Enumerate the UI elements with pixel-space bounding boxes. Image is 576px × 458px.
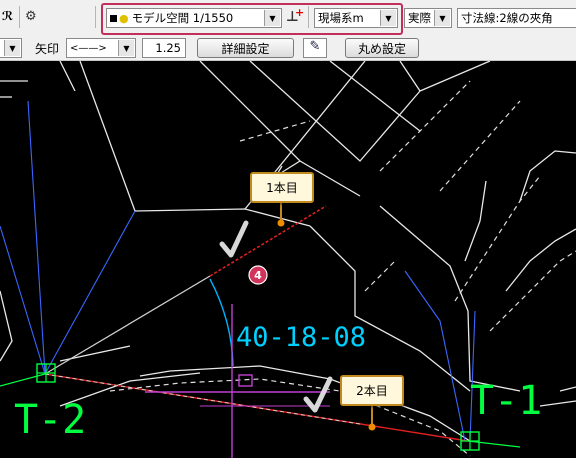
point-label-t1: T-1: [470, 378, 542, 424]
dimension-type-text: 寸法線:2線の夾角: [461, 11, 553, 25]
layer-select-text: モデル空間 1/1550: [131, 11, 234, 25]
arrow-size-input[interactable]: 1.25: [142, 38, 186, 58]
arrow-style-select[interactable]: <——> ▼: [66, 38, 136, 58]
marker-dot: [277, 219, 285, 227]
layer-add-icon[interactable]: ⊥ +: [286, 6, 304, 27]
drawing-canvas[interactable]: 40-18-08 T-2 T-1 4: [0, 61, 576, 458]
callout-first-line: 1本目: [250, 172, 314, 203]
arrow-label: 矢印: [35, 41, 60, 56]
coordinate-system-text: 現場系m: [318, 11, 364, 25]
arrow-style-text: <——>: [70, 42, 107, 54]
detail-settings-label: 詳細設定: [221, 41, 270, 56]
rounding-settings-button[interactable]: 丸め設定: [345, 38, 419, 58]
marker-dot: [368, 423, 376, 431]
rounding-settings-label: 丸め設定: [357, 41, 406, 56]
chevron-down-icon[interactable]: ▼: [434, 10, 450, 26]
scale-mode-select[interactable]: 実際 ▼: [404, 8, 452, 28]
detail-settings-button[interactable]: 詳細設定: [197, 38, 294, 58]
top-toolbar: ℛ ⚙ ● モデル空間 1/1550 ▼ ⊥ + 現場系m ▼ 実際 ▼ 寸法線:…: [0, 0, 576, 37]
dimension-type-select[interactable]: 寸法線:2線の夾角: [457, 8, 576, 28]
angle-value-text: 40-18-08: [236, 322, 366, 353]
chevron-down-icon[interactable]: ▼: [118, 40, 134, 56]
zoom-icon[interactable]: ℛ: [2, 9, 16, 25]
coordinate-system-select[interactable]: 現場系m ▼: [314, 8, 398, 28]
dimension-toolbar: ▼ 矢印 <——> ▼ 1.25 詳細設定 ✎ 丸め設定: [0, 36, 576, 61]
left-partial-select[interactable]: ▼: [0, 38, 22, 58]
step-number: 4: [254, 269, 262, 282]
layer-select[interactable]: ● モデル空間 1/1550 ▼: [106, 8, 282, 28]
layer-settings-icon[interactable]: ⚙: [25, 9, 43, 25]
chevron-down-icon[interactable]: ▼: [264, 10, 280, 26]
chevron-down-icon[interactable]: ▼: [380, 10, 396, 26]
callout-first-text: 1本目: [266, 181, 298, 195]
lightbulb-icon: ●: [119, 11, 129, 25]
layer-color-icon: [110, 14, 117, 22]
arrow-size-value: 1.25: [155, 41, 181, 55]
callout-second-text: 2本目: [356, 384, 388, 398]
chevron-down-icon[interactable]: ▼: [4, 40, 20, 56]
scale-mode-text: 実際: [408, 11, 431, 25]
point-label-t2: T-2: [14, 397, 86, 443]
callout-second-line: 2本目: [340, 375, 404, 406]
pen-icon[interactable]: ✎: [303, 38, 327, 58]
